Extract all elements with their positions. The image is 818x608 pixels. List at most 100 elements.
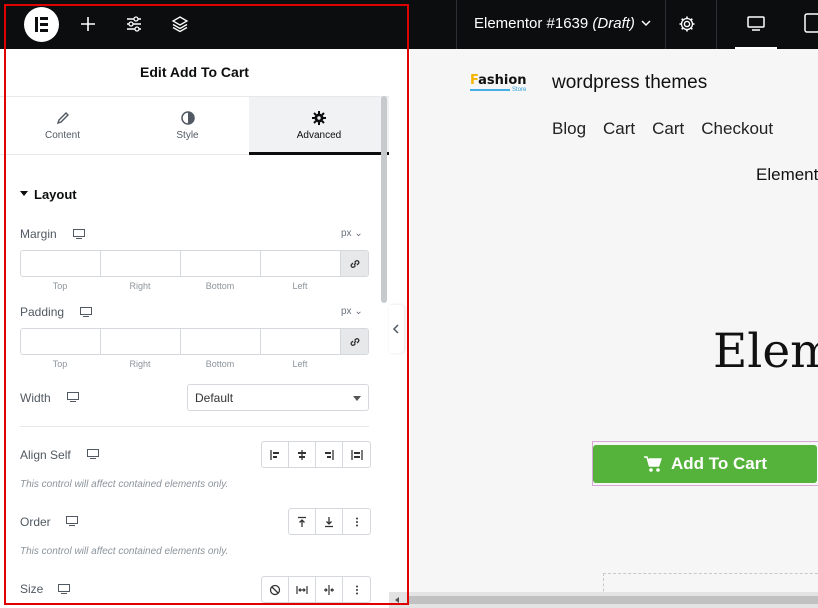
nav-item-cart[interactable]: Cart	[603, 119, 635, 139]
tab-content[interactable]: Content	[0, 97, 125, 155]
device-desktop-tab[interactable]	[735, 4, 777, 49]
order-label: Order	[20, 515, 51, 529]
caret-down-icon	[20, 191, 28, 197]
add-to-cart-button[interactable]: Add To Cart	[593, 445, 817, 483]
panel-title: Edit Add To Cart	[0, 49, 389, 97]
padding-bottom-label: Bottom	[205, 359, 235, 369]
document-title[interactable]: Elementor #1639 (Draft)	[474, 15, 635, 32]
padding-bottom-input[interactable]	[181, 329, 261, 354]
margin-bottom-label: Bottom	[205, 281, 235, 291]
arrow-to-bottom-icon	[325, 516, 333, 527]
responsive-monitor-icon[interactable]	[73, 229, 85, 239]
responsive-monitor-icon[interactable]	[66, 516, 78, 526]
nav-item-blog[interactable]: Blog	[552, 119, 586, 139]
arrow-to-top-icon	[298, 516, 306, 527]
settings-gear-icon[interactable]	[677, 14, 697, 34]
panel-scrollbar[interactable]	[381, 96, 387, 303]
responsive-monitor-icon[interactable]	[67, 392, 79, 402]
tab-style-label: Style	[176, 130, 199, 141]
align-end-icon	[325, 449, 334, 460]
margin-label: Margin	[20, 227, 57, 241]
margin-inputs	[20, 250, 369, 277]
topbar-divider	[665, 0, 666, 49]
order-note: This control will affect contained eleme…	[20, 546, 229, 557]
pencil-icon	[56, 112, 69, 125]
panel-collapse-button[interactable]	[389, 305, 404, 353]
layers-icon[interactable]	[170, 14, 190, 34]
padding-right-input[interactable]	[101, 329, 181, 354]
align-self-label: Align Self	[20, 448, 71, 462]
site-nav: Blog Cart Cart Checkout	[552, 119, 790, 139]
margin-left-input[interactable]	[261, 251, 341, 276]
align-self-note: This control will affect contained eleme…	[20, 479, 229, 490]
topbar-divider	[456, 0, 457, 49]
width-select[interactable]: Default	[187, 384, 369, 411]
ban-icon	[269, 584, 281, 595]
section-layout-toggle[interactable]: Layout	[20, 187, 77, 202]
tab-advanced[interactable]: Advanced	[249, 97, 389, 155]
align-start-icon	[270, 449, 279, 460]
size-choices	[261, 576, 371, 603]
padding-right-label: Right	[129, 359, 151, 369]
responsive-monitor-icon[interactable]	[58, 584, 70, 594]
tablet-icon[interactable]	[804, 13, 818, 33]
size-shrink-button[interactable]	[316, 577, 343, 602]
chevron-left-icon	[392, 324, 399, 334]
elementor-logo-icon[interactable]	[24, 7, 59, 42]
nav-item-checkout[interactable]: Checkout	[701, 119, 773, 139]
tab-style[interactable]: Style	[125, 97, 250, 155]
preview-heading[interactable]: Elem	[713, 324, 818, 379]
order-first-button[interactable]	[289, 509, 316, 534]
padding-top-label: Top	[52, 359, 68, 369]
size-grow-button[interactable]	[289, 577, 316, 602]
align-stretch-button[interactable]	[343, 442, 370, 467]
padding-unit: px	[341, 306, 352, 317]
align-stretch-icon	[350, 449, 363, 460]
link-icon	[350, 337, 359, 346]
nav-item-cart-2[interactable]: Cart	[652, 119, 684, 139]
align-start-button[interactable]	[262, 442, 289, 467]
gear-icon	[312, 111, 326, 125]
width-label: Width	[20, 391, 51, 405]
more-vertical-icon	[355, 517, 358, 526]
site-logo-underline	[470, 89, 510, 91]
preview-scrollbar-thumb[interactable]	[409, 596, 818, 604]
site-logo[interactable]: Fashion	[470, 73, 527, 88]
link-icon	[350, 259, 359, 268]
order-more-button[interactable]	[343, 509, 370, 534]
padding-inputs	[20, 328, 369, 355]
margin-top-input[interactable]	[21, 251, 101, 276]
site-logo-text: ashion	[478, 73, 527, 88]
document-name: Elementor #1639	[474, 15, 589, 32]
padding-link-button[interactable]	[341, 329, 368, 354]
scroll-left-arrow-icon[interactable]	[393, 596, 401, 604]
order-choices	[288, 508, 371, 535]
margin-unit-select[interactable]: px ⌄	[341, 228, 363, 239]
margin-top-label: Top	[52, 281, 68, 291]
padding-unit-select[interactable]: px ⌄	[341, 306, 363, 317]
plus-icon[interactable]	[78, 14, 98, 34]
dropdown-arrow-icon	[353, 396, 361, 401]
padding-left-input[interactable]	[261, 329, 341, 354]
size-none-button[interactable]	[262, 577, 289, 602]
margin-link-button[interactable]	[341, 251, 368, 276]
margin-side-labels: Top Right Bottom Left	[20, 281, 340, 291]
margin-right-input[interactable]	[101, 251, 181, 276]
padding-top-input[interactable]	[21, 329, 101, 354]
margin-bottom-input[interactable]	[181, 251, 261, 276]
responsive-monitor-icon[interactable]	[87, 449, 99, 459]
responsive-monitor-icon[interactable]	[80, 307, 92, 317]
align-center-button[interactable]	[289, 442, 316, 467]
sliders-icon[interactable]	[124, 14, 144, 34]
cart-icon	[643, 456, 662, 472]
order-last-button[interactable]	[316, 509, 343, 534]
align-end-button[interactable]	[316, 442, 343, 467]
size-more-button[interactable]	[343, 577, 370, 602]
page-preview: Fashion Store wordpress themes Blog Cart…	[410, 49, 818, 608]
chevron-down-icon[interactable]	[640, 17, 652, 29]
site-title[interactable]: wordpress themes	[552, 72, 707, 94]
site-logo-subtitle: Store	[512, 87, 527, 93]
shrink-horizontal-icon	[324, 584, 334, 595]
half-circle-icon	[180, 111, 195, 125]
width-value: Default	[195, 391, 234, 405]
